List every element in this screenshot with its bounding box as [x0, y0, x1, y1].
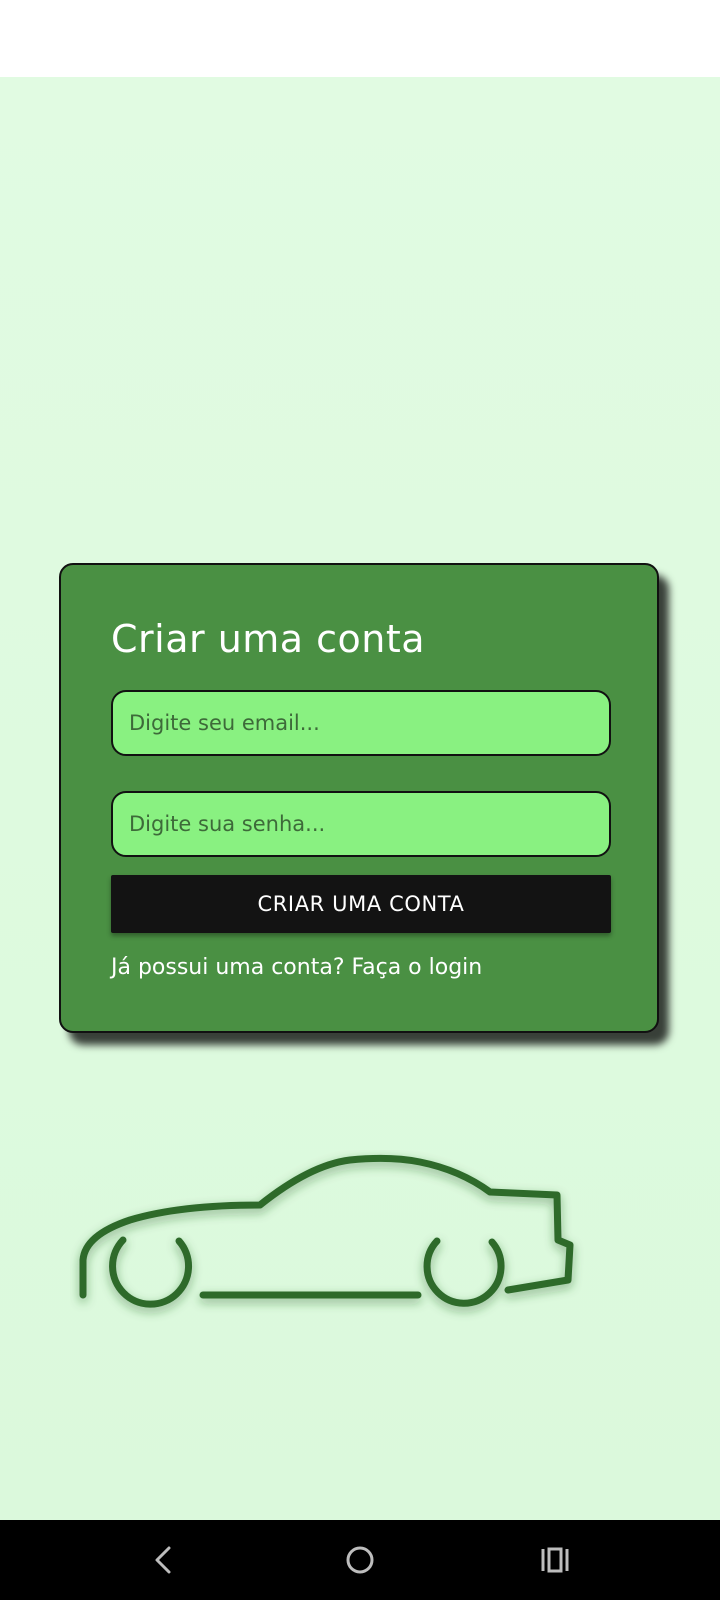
home-button[interactable]	[330, 1534, 390, 1586]
signup-card: Criar uma conta CRIAR UMA CONTA Já possu…	[59, 563, 659, 1033]
email-input[interactable]	[111, 690, 611, 756]
home-icon	[346, 1546, 374, 1574]
recents-button[interactable]	[525, 1534, 585, 1586]
status-bar	[0, 0, 720, 77]
back-button[interactable]	[133, 1534, 193, 1586]
login-link[interactable]: Já possui uma conta? Faça o login	[111, 955, 482, 980]
back-icon	[155, 1546, 171, 1574]
recents-icon	[541, 1547, 569, 1573]
create-account-button[interactable]: CRIAR UMA CONTA	[111, 875, 611, 933]
password-input[interactable]	[111, 791, 611, 857]
page-title: Criar uma conta	[111, 617, 426, 661]
car-icon	[79, 1154, 574, 1308]
navigation-bar	[0, 1520, 720, 1600]
